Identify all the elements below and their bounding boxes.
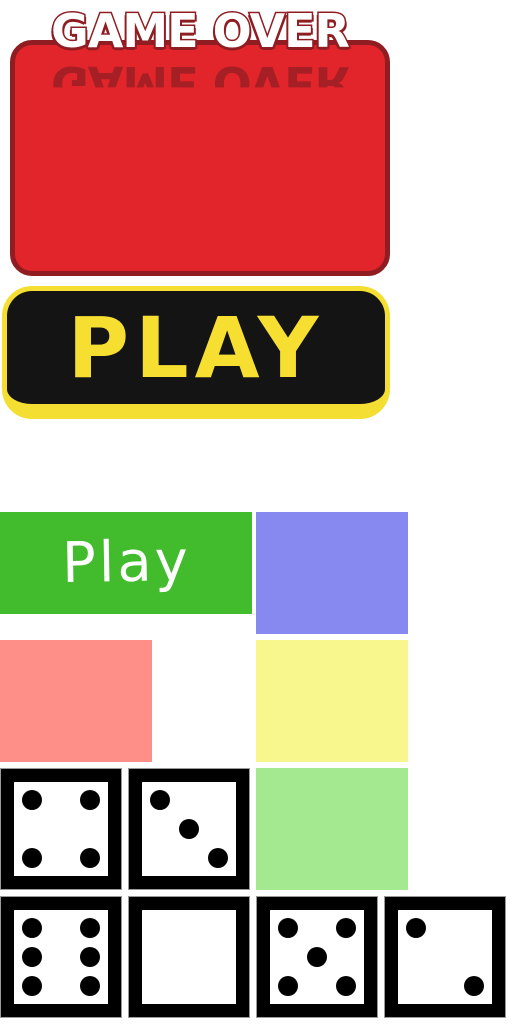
die-pip — [80, 947, 100, 967]
die-pip — [336, 918, 356, 938]
blue-swatch[interactable] — [256, 512, 408, 634]
die-pip — [80, 848, 100, 868]
die-pip — [464, 976, 484, 996]
die-pip — [406, 918, 426, 938]
die-pip — [80, 918, 100, 938]
play-button[interactable]: PLAY — [2, 286, 390, 419]
die-pip — [208, 848, 228, 868]
die-face-blank[interactable] — [128, 896, 250, 1018]
die-face-six[interactable] — [0, 896, 122, 1018]
play-tile-button[interactable]: Play — [0, 512, 252, 614]
die-pip — [80, 790, 100, 810]
die-face-three[interactable] — [128, 768, 250, 890]
die-face-five[interactable] — [256, 896, 378, 1018]
die-pip — [179, 819, 199, 839]
game-over-title: GAME OVER — [50, 3, 352, 60]
die-pip — [307, 947, 327, 967]
pink-swatch[interactable] — [0, 640, 152, 762]
die-pip — [22, 918, 42, 938]
die-pip — [22, 947, 42, 967]
die-pip — [150, 790, 170, 810]
die-pip — [22, 848, 42, 868]
green-swatch[interactable] — [256, 768, 408, 890]
yellow-swatch[interactable] — [256, 640, 408, 762]
die-pip — [278, 918, 298, 938]
die-pip — [278, 976, 298, 996]
die-pip — [80, 976, 100, 996]
die-pip — [22, 790, 42, 810]
play-button-label: PLAY — [67, 298, 325, 397]
die-pip — [336, 976, 356, 996]
die-face-two[interactable] — [384, 896, 506, 1018]
die-face-four[interactable] — [0, 768, 122, 890]
die-pip — [22, 976, 42, 996]
play-tile-label: Play — [61, 528, 191, 597]
